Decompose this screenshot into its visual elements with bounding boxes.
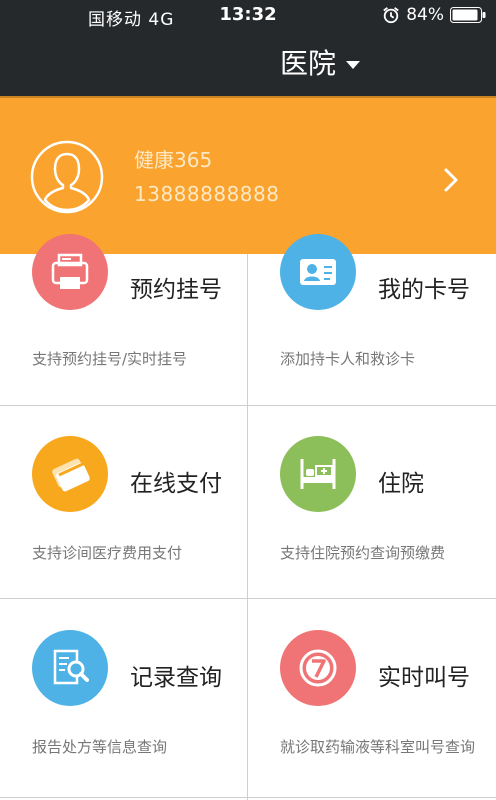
service-hospitalization[interactable]: 住院 支持住院预约查询预缴费	[248, 406, 496, 600]
hospital-bed-icon	[300, 459, 336, 489]
alarm-icon	[383, 7, 399, 24]
battery-icon	[450, 7, 486, 23]
service-queue-call[interactable]: 实时叫号 就诊取药输液等科室叫号查询	[248, 600, 496, 794]
service-icon-circle	[32, 436, 108, 512]
service-desc: 添加持卡人和救诊卡	[280, 350, 416, 368]
chevron-right-icon	[444, 168, 458, 192]
service-title: 记录查询	[130, 665, 222, 691]
id-card-icon	[300, 259, 336, 285]
status-right: 84%	[382, 4, 486, 26]
grid-divider-vertical	[247, 254, 248, 800]
profile-phone: 13888888888	[134, 182, 280, 206]
registration-icon	[51, 253, 89, 289]
service-record-query[interactable]: 记录查询 报告处方等信息查询	[0, 600, 248, 794]
service-desc: 支持诊间医疗费用支付	[32, 544, 183, 562]
payment-card-icon	[52, 458, 90, 492]
profile-banner[interactable]: 健康365 13888888888	[0, 96, 496, 254]
service-grid: 预约挂号 支持预约挂号/实时挂号 我的卡号 添加持卡人和救诊卡 在线支付 支持诊…	[0, 234, 496, 800]
service-title: 住院	[378, 471, 424, 497]
avatar-icon	[30, 140, 104, 214]
service-icon-circle	[32, 630, 108, 706]
document-search-icon	[53, 649, 89, 685]
grid-divider-horizontal	[0, 598, 496, 599]
service-icon-circle	[280, 234, 356, 310]
grid-divider-horizontal	[0, 797, 496, 798]
service-title: 预约挂号	[130, 277, 222, 303]
service-title: 在线支付	[130, 471, 222, 497]
hospital-selector[interactable]: 医院	[280, 47, 361, 80]
nav-title: 医院	[280, 47, 337, 80]
service-online-payment[interactable]: 在线支付 支持诊间医疗费用支付	[0, 406, 248, 600]
service-desc: 报告处方等信息查询	[32, 738, 168, 756]
nav-bar: 医院	[0, 30, 496, 96]
service-icon-circle	[280, 436, 356, 512]
battery-percent: 84%	[406, 5, 444, 25]
service-desc: 支持住院预约查询预缴费	[280, 544, 446, 562]
service-title: 实时叫号	[378, 665, 470, 691]
grid-divider-horizontal	[0, 405, 496, 406]
service-desc: 支持预约挂号/实时挂号	[32, 350, 188, 368]
profile-name: 健康365	[134, 148, 213, 172]
service-icon-circle	[280, 630, 356, 706]
service-title: 我的卡号	[378, 277, 470, 303]
status-bar: 国移动 4G 13:32 84%	[0, 0, 496, 30]
caret-down-icon	[346, 61, 361, 69]
service-desc: 就诊取药输液等科室叫号查询	[280, 738, 476, 756]
service-icon-circle	[32, 234, 108, 310]
queue-number-icon	[299, 649, 337, 687]
